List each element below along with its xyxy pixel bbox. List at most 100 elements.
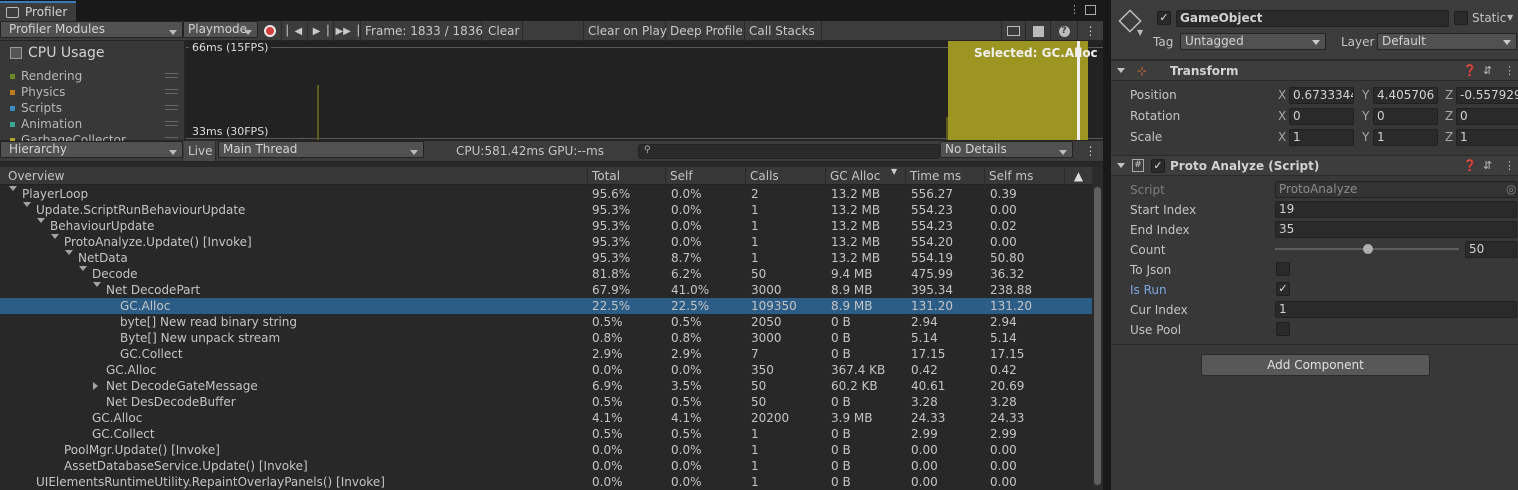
is-run-checkbox[interactable]: ✓ [1276,282,1290,296]
help-button[interactable]: ? [1051,21,1078,41]
table-row[interactable]: GC.Collect 0.5% 0.5% 1 0 B 2.99 2.99 [0,426,1092,442]
rotation-z-field[interactable]: 0 [1456,108,1518,125]
expanded-arrow-icon[interactable] [79,266,87,275]
table-row[interactable]: GC.Alloc 0.0% 0.0% 350 367.4 KB 0.42 0.42 [0,362,1092,378]
help-icon[interactable]: ❓ [1463,159,1477,172]
static-dropdown-icon[interactable]: ▼ [1507,13,1513,22]
legend-drag-handle[interactable] [165,73,178,78]
active-checkbox[interactable]: ✓ [1157,11,1171,25]
scale-z-field[interactable]: 1 [1456,129,1518,146]
first-frame-button[interactable]: ▏◀ [282,21,308,41]
axis-label[interactable]: Z [1445,88,1453,102]
presets-icon[interactable]: ⇵ [1483,64,1492,77]
record-button[interactable] [258,21,282,41]
axis-label[interactable]: X [1278,88,1286,102]
component-menu-icon[interactable]: ⋮ [1504,64,1515,77]
expanded-arrow-icon[interactable] [93,282,101,291]
legend-drag-handle[interactable] [165,105,178,110]
table-row[interactable]: Decode 81.8% 6.2% 50 9.4 MB 475.99 36.32 [0,266,1092,282]
clear-button[interactable]: Clear [482,21,523,41]
table-row[interactable]: byte[] New read binary string 0.5% 0.5% 205… [0,314,1092,330]
details-dropdown[interactable]: No Details [940,141,1073,158]
table-row[interactable]: PlayerLoop 95.6% 0.0% 2 13.2 MB 556.27 0.39 [0,186,1092,202]
column-calls[interactable]: Calls [745,167,825,185]
cur-index-field[interactable]: 1 [1275,301,1517,318]
legend-item[interactable]: Rendering [10,68,82,84]
collapsed-arrow-icon[interactable] [93,382,102,390]
end-index-field[interactable]: 35 [1275,221,1517,238]
table-row[interactable]: GC.Alloc 4.1% 4.1% 20200 3.9 MB 24.33 24.33 [0,410,1092,426]
cpu-module-pane[interactable]: CPU Usage Rendering Physics Scripts Animati… [0,41,185,147]
column-total[interactable]: Total [587,167,665,185]
table-row[interactable]: Net DecodeGateMessage 6.9% 3.5% 50 60.2 KB 40… [0,378,1092,394]
more-options-button[interactable]: ⋮ [1078,21,1103,41]
expanded-arrow-icon[interactable] [37,218,45,227]
axis-label[interactable]: Z [1445,130,1453,144]
call-stacks-button[interactable]: Call Stacks [745,21,822,41]
legend-drag-handle[interactable] [165,89,178,94]
foldout-icon[interactable] [1117,68,1125,77]
presets-icon[interactable]: ⇵ [1483,159,1492,172]
tag-dropdown[interactable]: Untagged [1180,33,1326,50]
script-component-header[interactable]: # ✓ Proto Analyze (Script) ❓ ⇵ ⋮ [1111,155,1518,176]
position-x-field[interactable]: 0.6733344 [1289,87,1354,104]
add-component-button[interactable]: Add Component [1201,354,1430,376]
scale-x-field[interactable]: 1 [1289,129,1354,146]
rotation-x-field[interactable]: 0 [1289,108,1354,125]
table-row[interactable]: GC.Collect 2.9% 2.9% 7 0 B 17.15 17.15 [0,346,1092,362]
column-warning[interactable]: ▲ [1064,167,1092,185]
load-button[interactable] [1001,21,1026,41]
view-type-dropdown[interactable]: Hierarchy [0,141,183,158]
axis-label[interactable]: Y [1362,109,1369,123]
expanded-arrow-icon[interactable] [65,250,73,259]
foldout-icon[interactable] [1117,163,1125,172]
next-frame-button[interactable]: ▶▕ [308,21,334,41]
to-json-checkbox[interactable] [1276,262,1290,276]
current-frame-button[interactable]: ▶▶▕ [334,21,361,41]
save-button[interactable] [1026,21,1051,41]
window-menu-icon[interactable]: ⋮ [1069,3,1080,16]
axis-label[interactable]: Z [1445,109,1453,123]
column-time-ms[interactable]: Time ms [905,167,984,185]
hierarchy-scrollbar[interactable] [1092,167,1103,490]
maximize-icon[interactable] [1085,5,1096,15]
table-row[interactable]: Update.ScriptRunBehaviourUpdate 95.3% 0.0%… [0,202,1092,218]
search-input[interactable]: ⚲ [638,144,940,159]
axis-label[interactable]: Y [1362,88,1369,102]
count-field[interactable]: 50 [1465,241,1517,258]
layer-dropdown[interactable]: Default [1377,33,1517,50]
start-index-field[interactable]: 19 [1275,201,1517,218]
profiler-modules-dropdown[interactable]: Profiler Modules [0,21,183,38]
table-row[interactable]: GC.Alloc 22.5% 22.5% 109350 8.9 MB 131.20 131.… [0,298,1092,314]
component-menu-icon[interactable]: ⋮ [1504,159,1515,172]
clear-on-play-button[interactable]: Clear on Play [583,21,667,41]
static-checkbox[interactable] [1454,11,1468,25]
live-toggle[interactable]: Live [184,141,216,161]
expanded-arrow-icon[interactable] [23,202,31,211]
cpu-usage-chart[interactable]: 66ms (15FPS) 33ms (30FPS) Selected: GC.A… [186,41,1103,140]
expanded-arrow-icon[interactable] [9,186,17,195]
table-row[interactable]: Net DesDecodeBuffer 0.5% 0.5% 50 0 B 3.28 3.28 [0,394,1092,410]
chevron-down-icon[interactable]: ▼ [1137,28,1143,37]
legend-drag-handle[interactable] [165,121,178,126]
transform-header[interactable]: ⊹ Transform ❓ ⇵ ⋮ [1111,60,1518,81]
expanded-arrow-icon[interactable] [51,234,59,243]
table-row[interactable]: BehaviourUpdate 95.3% 0.0% 1 13.2 MB 554.23 0.… [0,218,1092,234]
legend-item[interactable]: Scripts [10,100,62,116]
object-name-field[interactable]: GameObject [1176,10,1449,27]
playmode-dropdown[interactable]: Playmode [183,21,258,38]
table-row[interactable]: NetData 95.3% 8.7% 1 13.2 MB 554.19 50.80 [0,250,1092,266]
scale-y-field[interactable]: 1 [1373,129,1438,146]
table-row[interactable]: UIElementsRuntimeUtility.RepaintOverlayP… [0,474,1092,490]
tab-profiler[interactable]: Profiler [0,1,76,21]
hierarchy-options-button[interactable]: ⋮ [1078,141,1103,161]
object-picker-icon[interactable]: ◎ [1506,182,1516,197]
use-pool-checkbox[interactable] [1276,322,1290,336]
count-slider-thumb[interactable] [1363,244,1373,254]
legend-item[interactable]: Physics [10,84,65,100]
help-icon[interactable]: ❓ [1463,64,1477,77]
column-overview[interactable]: Overview [4,167,587,185]
column-self[interactable]: Self [665,167,745,185]
position-y-field[interactable]: 4.405706 [1373,87,1438,104]
legend-item[interactable]: Animation [10,116,82,132]
